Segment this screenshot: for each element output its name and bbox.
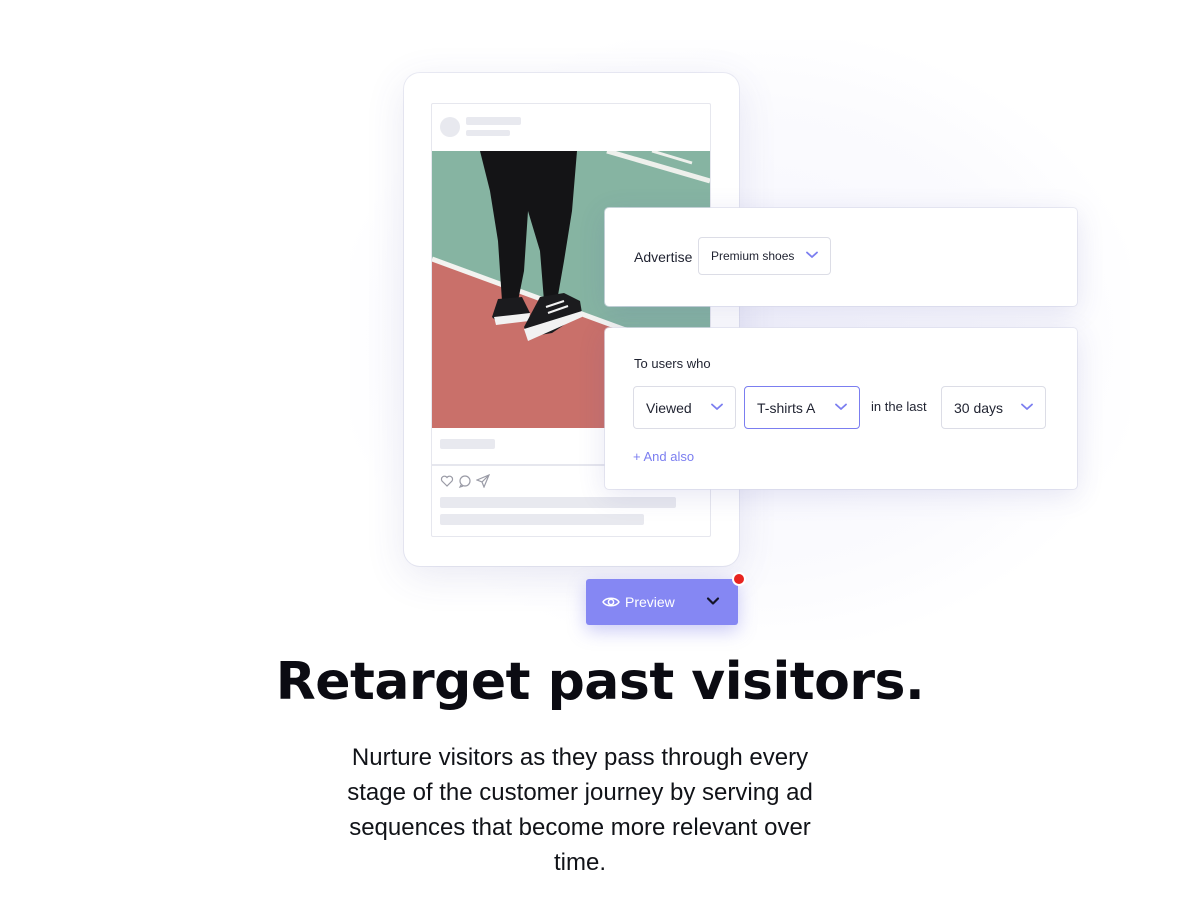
- body-text: Nurture visitors as they pass through ev…: [347, 744, 813, 876]
- and-also-link[interactable]: + And also: [633, 449, 694, 464]
- period-select-value: 30 days: [954, 399, 1004, 416]
- item-select-value: T-shirts A: [757, 399, 816, 416]
- text-line-placeholder: [440, 497, 676, 508]
- post-actions: [440, 473, 491, 489]
- chevron-down-icon: [1021, 403, 1033, 410]
- period-label: in the last: [871, 399, 927, 414]
- subtitle-placeholder: [466, 130, 510, 136]
- text-line-placeholder: [440, 514, 644, 525]
- chevron-down-icon: [806, 251, 818, 258]
- action-select[interactable]: Viewed: [633, 386, 736, 429]
- username-placeholder: [466, 117, 521, 125]
- chevron-down-icon: [835, 403, 847, 410]
- send-icon: [475, 473, 491, 489]
- phone-mockup: [404, 73, 739, 566]
- preview-button[interactable]: Preview: [586, 579, 738, 625]
- action-select-value: Viewed: [646, 399, 692, 416]
- audience-label: To users who: [634, 356, 711, 371]
- heart-icon: [440, 474, 454, 488]
- product-select-value: Premium shoes: [711, 249, 795, 263]
- product-select[interactable]: Premium shoes: [698, 237, 831, 275]
- chevron-down-icon[interactable]: [706, 596, 720, 606]
- chevron-down-icon: [711, 403, 723, 410]
- headline: Retarget past visitors.: [275, 652, 925, 712]
- advertise-card: Advertise Premium shoes: [605, 208, 1077, 306]
- item-select[interactable]: T-shirts A: [744, 386, 860, 429]
- preview-button-label: Preview: [625, 594, 675, 610]
- audience-card: To users who Viewed T-shirts A in the la…: [605, 328, 1077, 489]
- notification-dot: [732, 572, 746, 586]
- caption-placeholder: [440, 439, 495, 449]
- eye-icon: [602, 597, 620, 607]
- period-select[interactable]: 30 days: [941, 386, 1046, 429]
- advertise-label: Advertise: [634, 249, 693, 265]
- avatar: [440, 117, 460, 137]
- comment-icon: [458, 474, 472, 489]
